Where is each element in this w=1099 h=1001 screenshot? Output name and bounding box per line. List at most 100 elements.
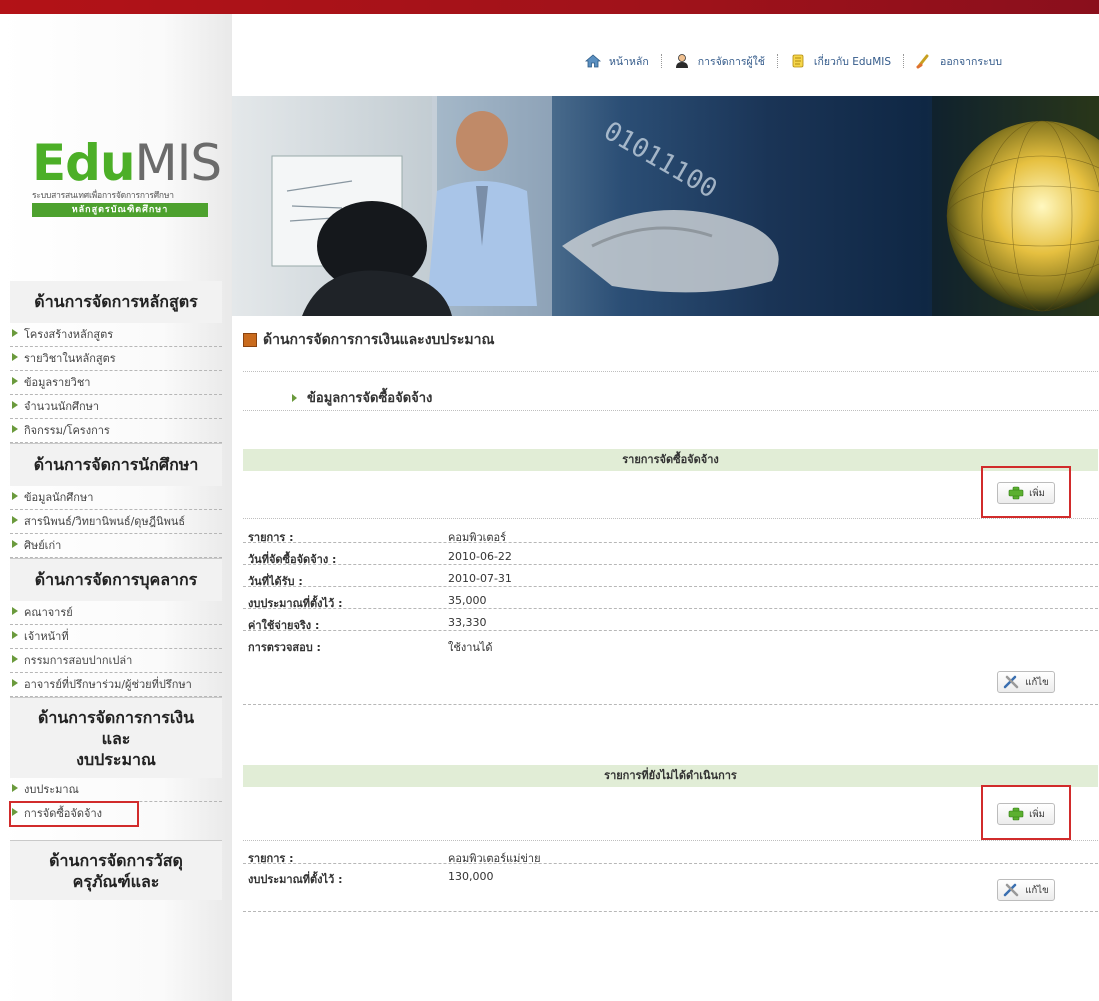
sidebar-item-curriculum-courses[interactable]: รายวิชาในหลักสูตร	[10, 347, 222, 371]
nav-logout-label: ออกจากระบบ	[940, 55, 1003, 68]
sidebar-item-label: อาจารย์ที่ปรึกษาร่วม/ผู้ช่วยที่ปรึกษา	[24, 678, 192, 691]
sidebar-item-oral-exam-committee[interactable]: กรรมการสอบปากเปล่า	[10, 649, 222, 673]
plus-icon	[1008, 807, 1024, 821]
edit-button[interactable]: แก้ไข	[997, 671, 1055, 693]
sidebar-item-label: ข้อมูลรายวิชา	[24, 376, 91, 389]
svg-text:01011100: 01011100	[599, 116, 722, 205]
sidebar-item-label: ศิษย์เก่า	[24, 539, 62, 552]
nav-home-label: หน้าหลัก	[609, 55, 649, 68]
home-icon	[584, 53, 602, 69]
sidebar-item-label: กิจกรรม/โครงการ	[24, 424, 110, 437]
row-label: งบประมาณที่ตั้งไว้ :	[248, 597, 343, 610]
sidebar-section-students: ด้านการจัดการนักศึกษา	[10, 443, 222, 486]
sidebar-item-co-advisors[interactable]: อาจารย์ที่ปรึกษาร่วม/ผู้ช่วยที่ปรึกษา	[10, 673, 222, 697]
nav-logout-link[interactable]: ออกจากระบบ	[916, 53, 1002, 70]
sidebar-item-curriculum-structure[interactable]: โครงสร้างหลักสูตร	[10, 323, 222, 347]
wrench-screwdriver-icon	[1004, 675, 1019, 689]
sidebar-item-student-info[interactable]: ข้อมูลนักศึกษา	[10, 486, 222, 510]
edumis-logo[interactable]: EduMIS ระบบสารสนเทศเพื่อการจัดการการศึกษ…	[32, 134, 222, 220]
book-icon	[243, 333, 257, 347]
sidebar-item-label: จำนวนนักศึกษา	[24, 400, 100, 413]
logout-icon	[916, 53, 932, 69]
sidebar-item-student-count[interactable]: จำนวนนักศึกษา	[10, 395, 222, 419]
arrow-icon	[292, 393, 297, 402]
row-value: 2010-07-31	[448, 572, 512, 585]
row-label: รายการ :	[248, 852, 294, 865]
table-row: รายการ : คอมพิวเตอร์	[243, 524, 1098, 544]
row-value: ใช้งานได้	[448, 641, 493, 654]
row-label: รายการ :	[248, 531, 294, 544]
divider	[243, 410, 1098, 411]
arrow-icon	[12, 679, 18, 687]
sidebar-item-budget[interactable]: งบประมาณ	[10, 778, 222, 802]
sidebar-item-staff[interactable]: เจ้าหน้าที่	[10, 625, 222, 649]
sidebar-item-label: กรรมการสอบปากเปล่า	[24, 654, 133, 667]
sidebar-item-thesis[interactable]: สารนิพนธ์/วิทยานิพนธ์/ดุษฎีนิพนธ์	[10, 510, 222, 534]
scroll-icon	[790, 53, 806, 69]
sidebar-section-finance: ด้านการจัดการการเงิน และ งบประมาณ	[10, 697, 222, 778]
table-row: ค่าใช้จ่ายจริง : 33,330	[243, 612, 1098, 632]
sub-title-text: ข้อมูลการจัดซื้อจัดจ้าง	[307, 391, 433, 406]
row-label: วันที่ได้รับ :	[248, 575, 303, 588]
page-title-text: ด้านการจัดการการเงินและงบประมาณ	[263, 332, 495, 348]
add-button[interactable]: เพิ่ม	[997, 482, 1055, 504]
sidebar-item-course-info[interactable]: ข้อมูลรายวิชา	[10, 371, 222, 395]
add-button-label: เพิ่ม	[1029, 487, 1045, 499]
logo-wordmark: EduMIS	[32, 134, 222, 192]
top-navigation: หน้าหลัก การจัดการผู้ใช้ เกี่ยวกับ EduMI…	[584, 52, 1002, 70]
table-row: รายการ : คอมพิวเตอร์แม่ข่าย	[243, 845, 1098, 865]
table-row: วันที่ได้รับ : 2010-07-31	[243, 568, 1098, 588]
wrench-screwdriver-icon	[1004, 883, 1019, 897]
arrow-icon	[12, 808, 18, 816]
sidebar-item-label: คณาจารย์	[24, 606, 73, 619]
user-icon	[674, 53, 690, 69]
section-title-line: และ	[101, 729, 131, 748]
edit-button[interactable]: แก้ไข	[997, 879, 1055, 901]
row-label: การตรวจสอบ :	[248, 641, 321, 654]
table-row: วันที่จัดซื้อจัดจ้าง : 2010-06-22	[243, 546, 1098, 566]
sidebar-item-faculty[interactable]: คณาจารย์	[10, 601, 222, 625]
row-label: วันที่จัดซื้อจัดจ้าง :	[248, 553, 337, 566]
logo-mis-text: MIS	[134, 134, 223, 192]
sub-title: ข้อมูลการจัดซื้อจัดจ้าง	[292, 387, 432, 408]
sidebar-item-activities[interactable]: กิจกรรม/โครงการ	[10, 419, 222, 443]
nav-home-link[interactable]: หน้าหลัก	[584, 53, 649, 70]
arrow-icon	[12, 329, 18, 337]
arrow-icon	[12, 377, 18, 385]
page-title: ด้านการจัดการการเงินและงบประมาณ	[243, 330, 1093, 350]
arrow-icon	[12, 784, 18, 792]
row-value: 130,000	[448, 870, 494, 883]
plus-icon	[1008, 486, 1024, 500]
row-value: คอมพิวเตอร์	[448, 531, 507, 544]
nav-separator	[776, 54, 778, 68]
arrow-icon	[12, 401, 18, 409]
arrow-icon	[12, 353, 18, 361]
add-button-label: เพิ่ม	[1029, 808, 1045, 820]
row-value: 35,000	[448, 594, 487, 607]
logo-edu-text: Edu	[32, 134, 136, 192]
divider	[243, 371, 1098, 372]
arrow-icon	[12, 492, 18, 500]
row-label: ค่าใช้จ่ายจริง :	[248, 619, 320, 632]
sidebar-navigation: ด้านการจัดการหลักสูตร โครงสร้างหลักสูตร …	[9, 281, 222, 900]
arrow-icon	[12, 540, 18, 548]
section-title-line: ด้านการจัดการวัสดุ	[49, 851, 183, 870]
sidebar-item-label: ข้อมูลนักศึกษา	[24, 491, 94, 504]
nav-about-label: เกี่ยวกับ EduMIS	[813, 55, 892, 68]
sidebar-item-label: รายวิชาในหลักสูตร	[24, 352, 116, 365]
header-banner-image: 01011100	[232, 96, 1099, 316]
section-header-procurement-list: รายการจัดซื้อจัดจ้าง	[243, 449, 1098, 471]
nav-users-link[interactable]: การจัดการผู้ใช้	[674, 53, 765, 70]
sidebar-item-alumni[interactable]: ศิษย์เก่า	[10, 534, 222, 558]
divider	[243, 518, 1098, 519]
edit-button-label: แก้ไข	[1025, 884, 1049, 896]
arrow-icon	[12, 631, 18, 639]
sidebar-item-label: การจัดซื้อจัดจ้าง	[24, 807, 102, 820]
section-header-pending-list: รายการที่ยังไม่ได้ดำเนินการ	[243, 765, 1098, 787]
sidebar-item-procurement[interactable]: การจัดซื้อจัดจ้าง	[9, 801, 139, 827]
add-button[interactable]: เพิ่ม	[997, 803, 1055, 825]
arrow-icon	[12, 425, 18, 433]
row-value: 33,330	[448, 616, 487, 629]
row-value: 2010-06-22	[448, 550, 512, 563]
nav-about-link[interactable]: เกี่ยวกับ EduMIS	[790, 53, 891, 70]
